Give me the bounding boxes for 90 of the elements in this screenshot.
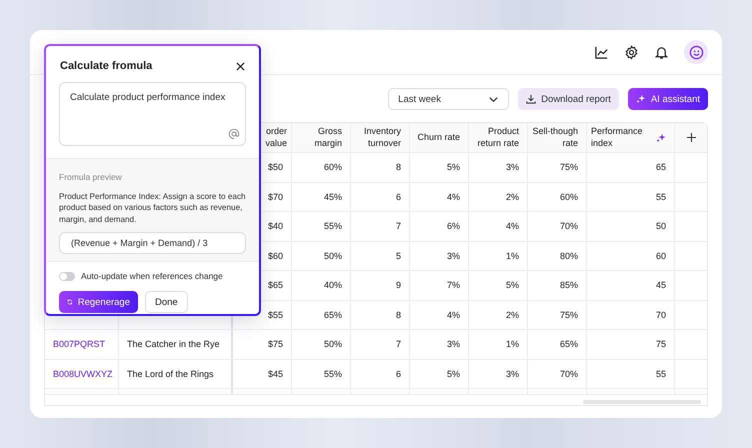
table-cell: 5% — [506, 280, 519, 290]
dialog-title: Calculate fromula — [60, 60, 152, 72]
close-icon[interactable] — [236, 62, 245, 70]
period-dropdown[interactable]: Last week — [388, 88, 510, 110]
table-cell: 5% — [446, 162, 460, 172]
table-cell: 3% — [506, 162, 519, 172]
table-cell: 60% — [324, 162, 342, 172]
table-cell: 50 — [656, 221, 666, 232]
table-cell: 9 — [396, 280, 401, 290]
bell-icon[interactable] — [654, 44, 669, 60]
table-cell: $40 — [268, 221, 283, 232]
settings-icon[interactable] — [624, 44, 639, 60]
product-id-link[interactable]: B007PQRST — [53, 339, 106, 350]
table-cell: 55% — [324, 221, 342, 232]
table-cell: 85% — [560, 280, 578, 290]
table-cell: 6 — [396, 192, 401, 202]
table-cell: $50 — [268, 162, 283, 172]
product-id-link[interactable]: B008UVWXYZ — [53, 368, 113, 379]
table-cell: 7 — [396, 221, 401, 232]
table-cell: 4% — [506, 221, 519, 232]
table-cell: 2% — [506, 310, 519, 320]
table-cell: 65 — [656, 162, 666, 172]
table-cell: $70 — [268, 192, 283, 202]
table-cell: 7 — [396, 339, 401, 350]
at-icon[interactable] — [228, 128, 240, 140]
table-cell: 40% — [324, 280, 342, 290]
table-cell: 60% — [560, 192, 578, 202]
table-cell: 50% — [324, 250, 342, 261]
column-header: Churn rate — [417, 132, 460, 144]
table-cell: $75 — [268, 339, 283, 350]
sparkle-icon[interactable] — [656, 132, 666, 144]
column-header: Product return rate — [476, 126, 519, 150]
table-cell: 8 — [396, 310, 401, 320]
table-cell: 70% — [560, 221, 578, 232]
table-cell: The Catcher in the Rye — [127, 339, 220, 350]
table-cell: 80% — [560, 250, 578, 261]
formula-description: Product Performance Index: Assign a score to each product based on various factors such as revenue, margin, and demand. — [59, 191, 246, 226]
table-cell: 1% — [506, 339, 519, 350]
table-cell: 3% — [446, 339, 460, 350]
table-cell: 70% — [560, 368, 578, 379]
table-cell: 45% — [324, 192, 342, 202]
table-cell: 45 — [656, 280, 666, 290]
column-header: Sell-though rate — [532, 126, 578, 150]
prompt-field[interactable]: Calculate product performance index — [59, 82, 246, 146]
table-cell: 60 — [656, 250, 666, 261]
column-header: order value — [264, 126, 287, 150]
refresh-icon — [67, 297, 73, 308]
table-cell: 7% — [446, 280, 460, 290]
column-header: Performance index — [591, 126, 644, 150]
regenerate-button[interactable]: Regenerage — [59, 291, 138, 314]
table-cell: The Lord of the Rings — [127, 368, 214, 379]
smiley-avatar[interactable] — [684, 40, 708, 64]
table-cell: 5% — [446, 368, 460, 379]
table-cell: 5 — [396, 250, 401, 261]
preview-label: Fromula preview — [59, 172, 122, 182]
table-cell: 8 — [396, 162, 401, 172]
download-report-button[interactable]: Download report — [518, 88, 619, 110]
done-button[interactable]: Done — [145, 291, 188, 314]
table-cell: 6% — [446, 221, 460, 232]
table-cell: 4% — [446, 310, 460, 320]
table-cell: 6 — [396, 368, 401, 379]
table-cell: 75% — [560, 162, 578, 172]
table-cell: 75% — [560, 310, 578, 320]
download-icon — [526, 94, 536, 104]
table-cell: 65% — [560, 339, 578, 350]
table-cell: 55 — [656, 368, 666, 379]
table-cell: $65 — [268, 280, 283, 290]
table-cell: 3% — [506, 368, 519, 379]
table-cell: 55 — [656, 192, 666, 202]
table-cell: 4% — [446, 192, 460, 202]
table-cell: 2% — [506, 192, 519, 202]
toggle-label: Auto-update when references change — [81, 271, 223, 282]
table-cell: 50% — [324, 339, 342, 350]
table-cell: 70 — [656, 310, 666, 320]
ai-assistant-button[interactable]: AI assistant — [628, 88, 708, 110]
add-column-icon[interactable] — [686, 133, 696, 142]
column-header: Gross margin — [313, 126, 342, 150]
table-cell: $45 — [268, 368, 283, 379]
table-cell: 75 — [656, 339, 666, 350]
formula-field[interactable]: (Revenue + Margin + Demand) / 3 — [59, 232, 246, 254]
table-cell: 3% — [446, 250, 460, 261]
table-cell: 65% — [324, 310, 342, 320]
auto-update-toggle[interactable] — [59, 272, 75, 281]
chart-icon[interactable] — [594, 44, 609, 60]
table-cell: $55 — [268, 310, 283, 320]
sparkle-icon — [636, 94, 646, 104]
column-header: Inventory turnover — [362, 126, 401, 150]
table-cell: 55% — [324, 368, 342, 379]
table-cell: $60 — [268, 250, 283, 261]
table-cell: 1% — [506, 250, 519, 261]
